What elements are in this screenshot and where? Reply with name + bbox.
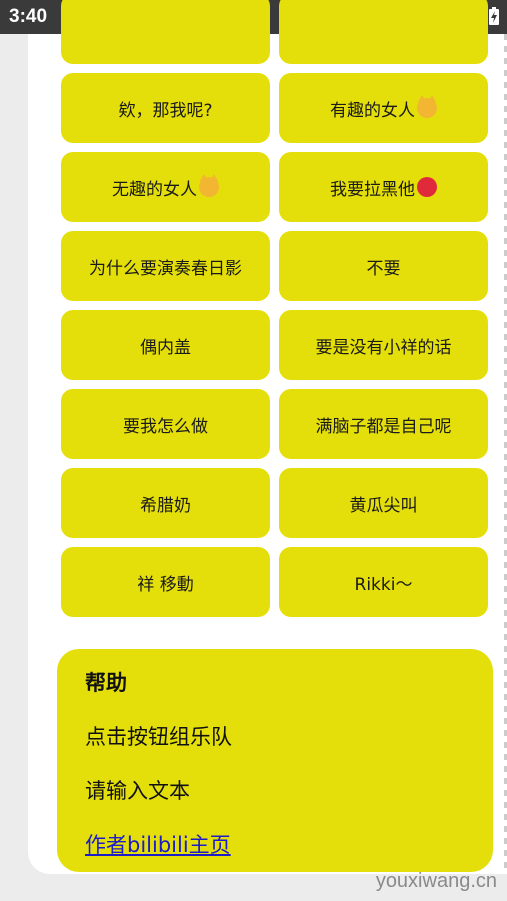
sound-button[interactable]: 希腊奶	[61, 468, 270, 538]
sound-button[interactable]: 黄瓜尖叫	[279, 468, 488, 538]
sound-button[interactable]: 我要拉黑他	[279, 152, 488, 222]
watermark: youxiwang.cn	[375, 870, 497, 892]
sound-button[interactable]: 欸，那我呢?	[61, 73, 270, 143]
help-card: 帮助 点击按钮组乐队 请输入文本 作者bilibili主页	[57, 649, 493, 872]
help-instruction: 点击按钮组乐队	[85, 725, 232, 749]
author-bilibili-link[interactable]: 作者bilibili主页	[85, 829, 231, 859]
cat-face-icon	[417, 95, 437, 118]
help-instruction: 请输入文本	[85, 779, 190, 803]
sound-button[interactable]: 要我怎么做	[61, 389, 270, 459]
angry-face-icon	[417, 177, 437, 197]
sound-button[interactable]: 祥 移動	[61, 547, 270, 617]
sound-button[interactable]	[279, 0, 488, 64]
sound-button[interactable]: 要是没有小祥的话	[279, 310, 488, 380]
sound-button[interactable]: 有趣的女人	[279, 73, 488, 143]
sound-button[interactable]: 无趣的女人	[61, 152, 270, 222]
status-time: 3:40	[9, 6, 48, 27]
cat-face-icon	[199, 174, 219, 197]
sound-button[interactable]: 偶内盖	[61, 310, 270, 380]
battery-icon	[489, 7, 499, 25]
sound-button[interactable]: 为什么要演奏春日影	[61, 231, 270, 301]
sound-button[interactable]: 满脑子都是自己呢	[279, 389, 488, 459]
sound-button[interactable]: Rikki～	[279, 547, 488, 617]
sound-button[interactable]: 不要	[279, 231, 488, 301]
sound-button[interactable]	[61, 0, 270, 64]
help-title: 帮助	[85, 671, 127, 695]
